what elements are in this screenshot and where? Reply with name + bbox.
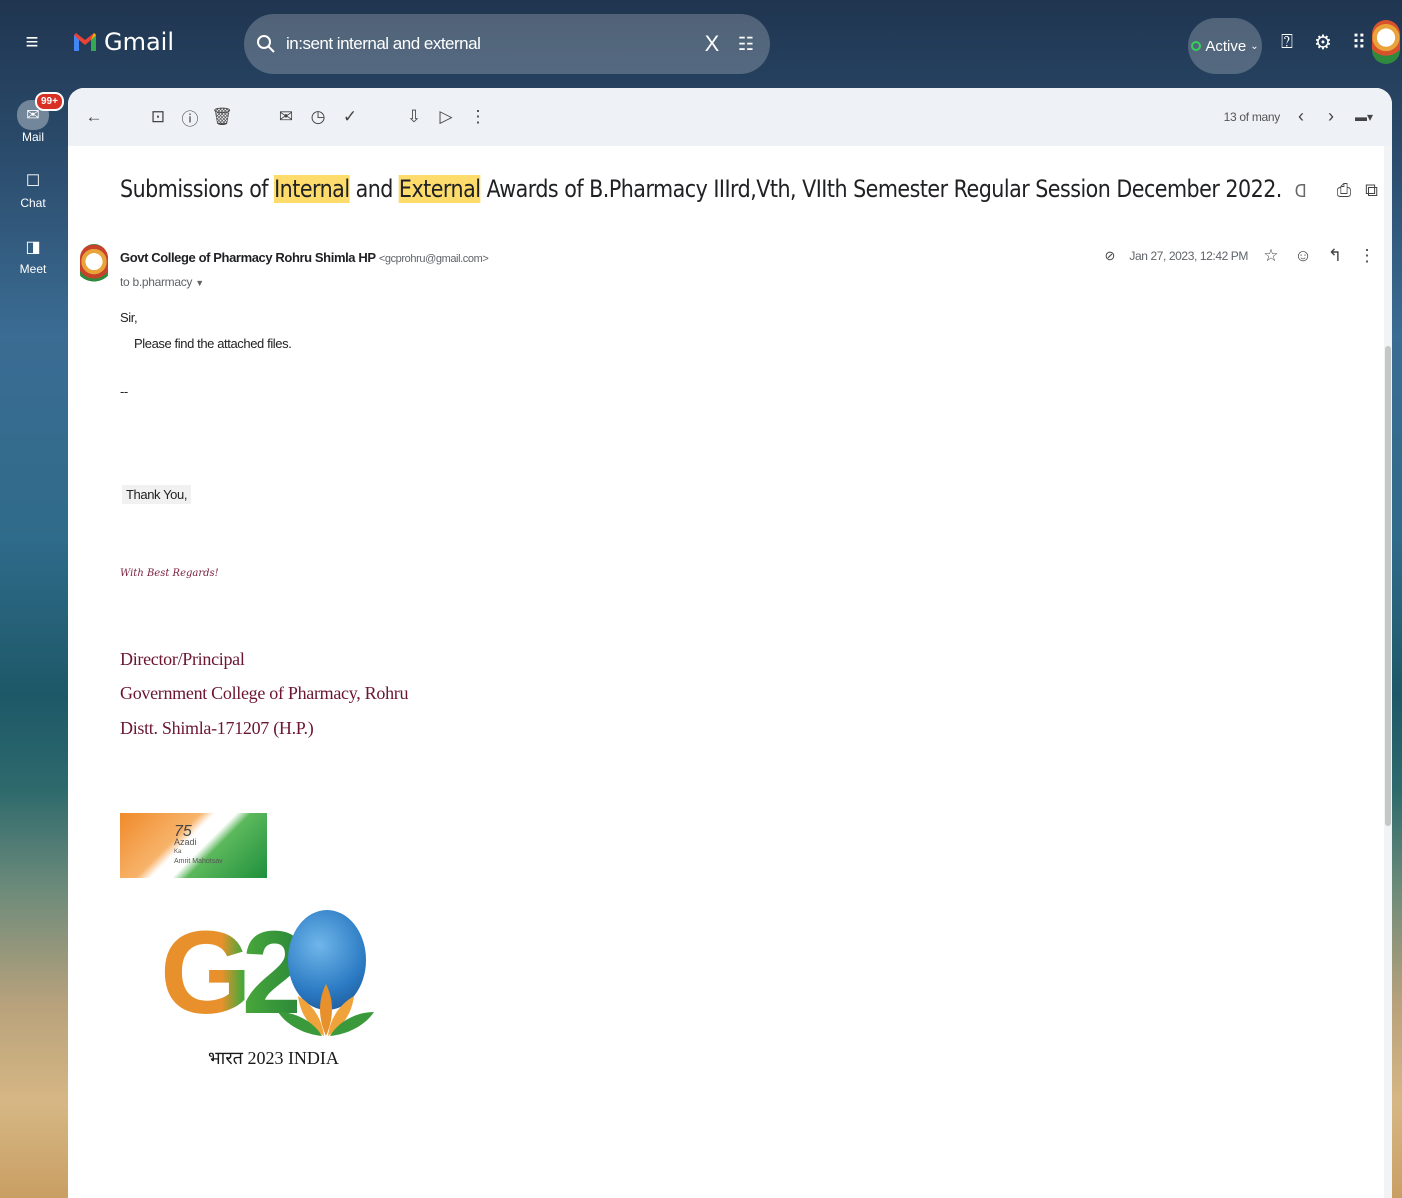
attachment-icon: ⊘ bbox=[1104, 248, 1116, 263]
message-toolbar: ← ⊡ ⓘ 🗑︎ ✉ ◷ ✓ ⇩ ▷ ⋮ 13 of many ‹ › ▬▾ bbox=[68, 88, 1392, 146]
delete-icon[interactable]: 🗑︎ bbox=[206, 107, 238, 127]
status-label: Active bbox=[1205, 37, 1247, 55]
sender-email: <gcprohru@gmail.com> bbox=[378, 253, 489, 265]
search-icon[interactable] bbox=[256, 34, 276, 54]
rail-label-mail: Mail bbox=[21, 130, 44, 144]
azadi-number: 75 bbox=[174, 823, 192, 840]
search-bar[interactable]: in:sent internal and external X ☷ bbox=[244, 14, 770, 74]
g20-logo: G2 भारत 2023 INDIA bbox=[160, 898, 380, 1113]
more-options-icon[interactable]: ⋮ bbox=[462, 107, 494, 127]
back-arrow-icon[interactable]: ← bbox=[78, 107, 110, 127]
gmail-logo[interactable]: Gmail bbox=[72, 28, 174, 56]
recipients[interactable]: to b.pharmacy ▼ bbox=[120, 275, 204, 289]
left-rail: ✉ 99+ Mail ☐ Chat ◨ Meet bbox=[10, 92, 64, 298]
app-name: Gmail bbox=[104, 28, 175, 56]
message-date: Jan 27, 2023, 12:42 PM bbox=[1129, 249, 1248, 263]
g20-caption: भारत 2023 INDIA bbox=[208, 1048, 339, 1068]
caret-down-icon[interactable]: ▼ bbox=[195, 278, 204, 288]
thanks-line: Thank You, bbox=[122, 485, 192, 504]
lotus-icon bbox=[278, 984, 374, 1036]
subject-part: Submissions of bbox=[120, 175, 275, 203]
regards-line: With Best Regards! bbox=[120, 568, 219, 579]
clear-search-icon[interactable]: X bbox=[700, 31, 724, 57]
chat-icon: ☐ bbox=[25, 173, 41, 190]
move-to-icon[interactable]: ⇩ bbox=[398, 107, 430, 127]
more-vert-icon[interactable]: ⋮ bbox=[1358, 246, 1376, 266]
signature-org: Government College of Pharmacy, Rohru bbox=[120, 683, 409, 703]
subject-highlight: Internal bbox=[274, 175, 350, 203]
print-icon[interactable]: ⎙ bbox=[1337, 180, 1351, 201]
gmail-m-icon bbox=[74, 33, 96, 51]
rail-label-meet: Meet bbox=[19, 262, 47, 276]
add-task-icon[interactable]: ✓ bbox=[334, 107, 366, 127]
open-new-window-icon[interactable]: ⧉ bbox=[1365, 180, 1378, 201]
archive-icon[interactable]: ⊡ bbox=[142, 107, 174, 127]
report-spam-icon[interactable]: ⓘ bbox=[174, 105, 206, 130]
sender-info: Govt College of Pharmacy Rohru Shimla HP… bbox=[120, 250, 489, 265]
help-icon[interactable]: ⍰ bbox=[1276, 31, 1298, 54]
subject-part: and bbox=[349, 175, 399, 203]
body-line: Please find the attached files. bbox=[134, 336, 292, 351]
mail-icon: ✉ 99+ bbox=[17, 92, 64, 130]
status-toggle[interactable]: Active ⌄ bbox=[1188, 18, 1262, 74]
message-meta: ⊘ Jan 27, 2023, 12:42 PM ☆ ☺ ↰ ⋮ bbox=[1104, 246, 1376, 266]
subject-part: Awards of B.Pharmacy IIIrd,Vth, VIIth Se… bbox=[480, 175, 1282, 203]
azadi-line: Amrit Mahotsav bbox=[174, 858, 223, 865]
keyboard-input-icon[interactable]: ▬▾ bbox=[1352, 110, 1376, 124]
main-menu-icon[interactable]: ≡ bbox=[20, 30, 44, 54]
label-icon[interactable]: ▷ bbox=[430, 107, 462, 127]
signature-separator: -- bbox=[120, 384, 128, 399]
top-right-icons: ⍰ ⚙ ⠿ bbox=[1276, 30, 1370, 55]
chevron-down-icon: ⌄ bbox=[1250, 40, 1259, 52]
top-bar: ≡ Gmail in:sent internal and external X … bbox=[0, 0, 1402, 88]
reply-icon[interactable]: ↰ bbox=[1326, 246, 1344, 266]
rail-item-chat[interactable]: ☐ Chat bbox=[10, 166, 56, 210]
rail-item-mail[interactable]: ✉ 99+ Mail bbox=[10, 92, 64, 144]
chevron-left-icon[interactable]: ‹ bbox=[1292, 106, 1310, 127]
chevron-right-icon[interactable]: › bbox=[1322, 106, 1340, 127]
label-tag-icon[interactable]: ᗡ bbox=[1295, 181, 1307, 202]
mark-unread-icon[interactable]: ✉ bbox=[270, 107, 302, 127]
status-dot-icon bbox=[1191, 41, 1202, 51]
apps-grid-icon[interactable]: ⠿ bbox=[1348, 30, 1370, 55]
account-avatar[interactable] bbox=[1372, 20, 1400, 64]
to-label: to b.pharmacy bbox=[120, 275, 193, 289]
search-options-icon[interactable]: ☷ bbox=[734, 34, 758, 55]
star-icon[interactable]: ☆ bbox=[1262, 246, 1280, 266]
meet-icon: ◨ bbox=[25, 239, 41, 256]
subject-actions: ⎙ ⧉ bbox=[1337, 180, 1378, 201]
snooze-icon[interactable]: ◷ bbox=[302, 107, 334, 127]
rail-label-chat: Chat bbox=[20, 196, 46, 210]
message-count: 13 of many bbox=[1223, 109, 1281, 124]
message-panel: ← ⊡ ⓘ 🗑︎ ✉ ◷ ✓ ⇩ ▷ ⋮ 13 of many ‹ › ▬▾ S… bbox=[68, 88, 1392, 1198]
email-subject: Submissions of Internal and External Awa… bbox=[120, 175, 1307, 203]
emoji-reaction-icon[interactable]: ☺ bbox=[1294, 246, 1312, 266]
scrollbar-track[interactable] bbox=[1384, 146, 1392, 1198]
search-input[interactable]: in:sent internal and external bbox=[286, 34, 700, 54]
settings-gear-icon[interactable]: ⚙ bbox=[1312, 30, 1334, 55]
azadi-line: Azadi bbox=[174, 837, 197, 847]
azadi-ka-amrit-mahotsav-logo: 75 Azadi Ka Amrit Mahotsav bbox=[120, 813, 267, 878]
thanks-text: Thank You, bbox=[122, 485, 192, 504]
sender-avatar[interactable] bbox=[80, 244, 108, 288]
sender-name[interactable]: Govt College of Pharmacy Rohru Shimla HP bbox=[120, 250, 376, 265]
unread-badge: 99+ bbox=[35, 92, 64, 111]
subject-highlight: External bbox=[398, 175, 481, 203]
signature-address: Distt. Shimla-171207 (H.P.) bbox=[120, 718, 314, 738]
signature-title: Director/Principal bbox=[120, 649, 245, 669]
azadi-logo-text: 75 Azadi Ka Amrit Mahotsav bbox=[174, 823, 223, 867]
scrollbar-thumb[interactable] bbox=[1385, 346, 1391, 826]
azadi-line: Ka bbox=[174, 849, 182, 855]
rail-item-meet[interactable]: ◨ Meet bbox=[10, 232, 56, 276]
g20-text: G2 bbox=[160, 898, 307, 1048]
greeting: Sir, bbox=[120, 310, 138, 325]
